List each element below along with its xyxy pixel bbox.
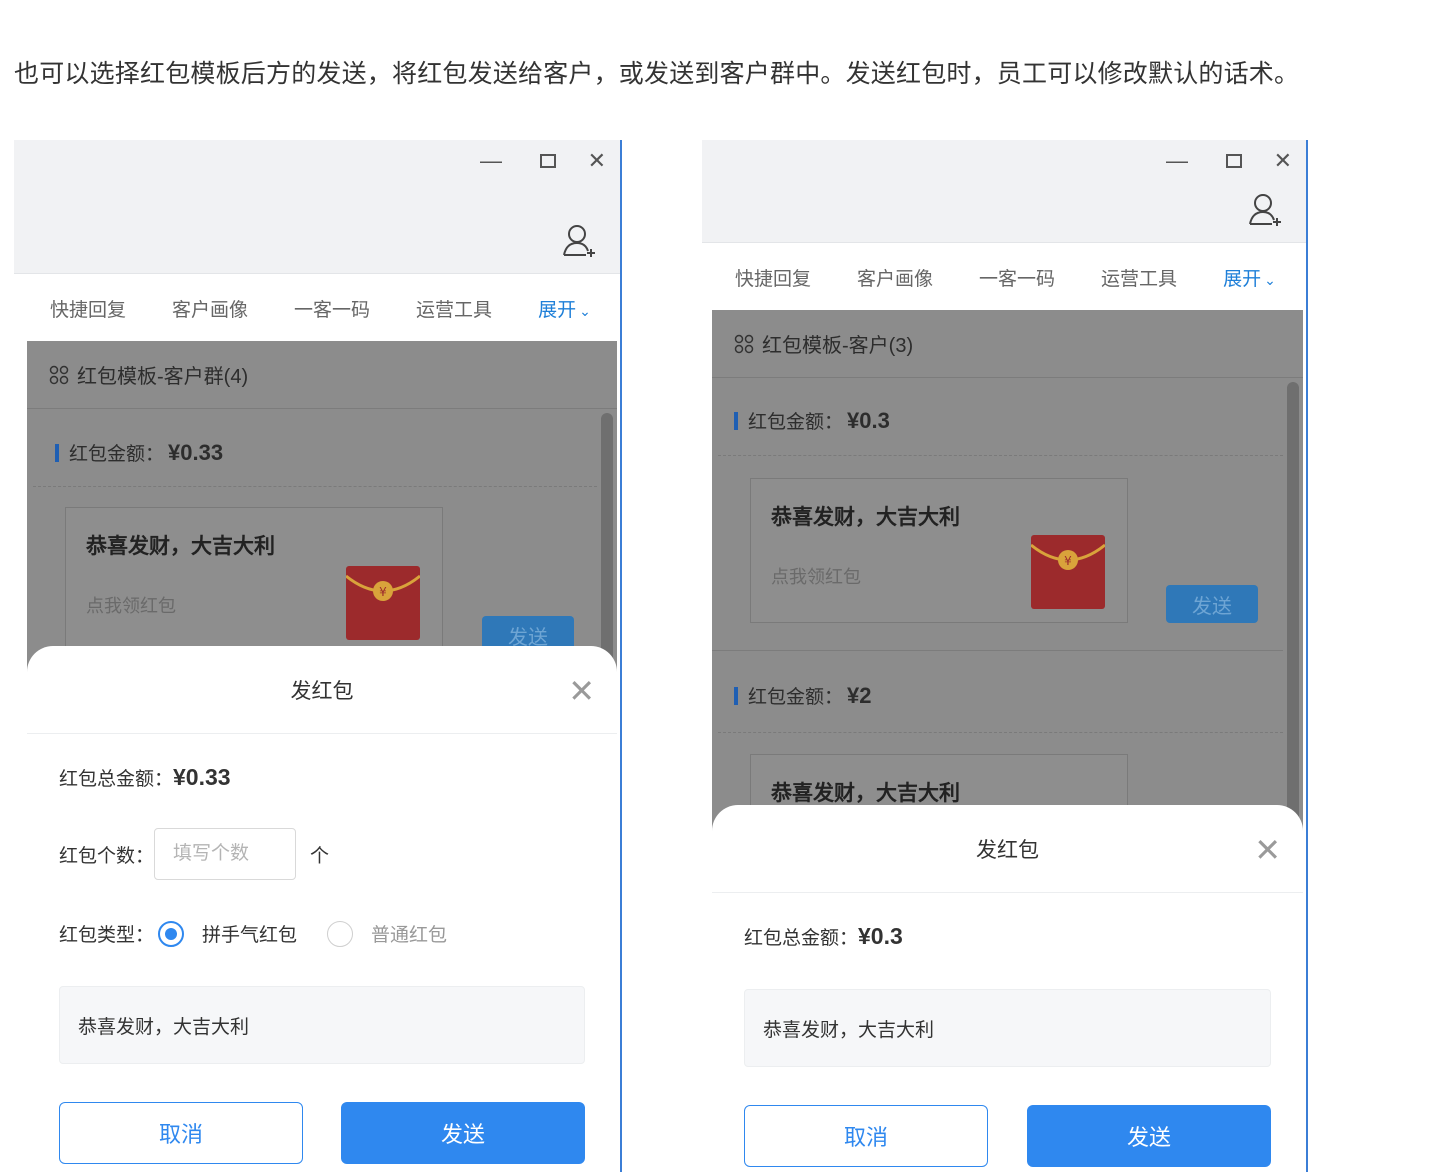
template-header: 红包模板-客户(3)	[712, 310, 1303, 378]
expand-label: 展开	[538, 299, 577, 321]
message-field[interactable]: 恭喜发财，大吉大利	[744, 989, 1271, 1067]
amount-row: 红包金额： ¥0.3	[714, 407, 890, 434]
radio-lucky[interactable]	[158, 920, 185, 947]
tool-nav: 快捷回复 客户画像 一客一码 运营工具 展开 ⌄	[702, 244, 1306, 310]
maximize-button[interactable]	[1226, 148, 1242, 174]
close-icon[interactable]: ✕	[568, 672, 595, 710]
maximize-icon	[1226, 154, 1242, 168]
left-sidebar-window: — ✕ 快捷回复 客户画像 一客一码 运营工具 展开 ⌄ 红包模板-客户群(4) …	[14, 140, 622, 1172]
total-amount-field: 红包总金额： ¥0.3	[744, 923, 903, 950]
amount-row: 红包金额： ¥0.33	[35, 439, 223, 466]
red-envelope-icon: ¥	[1031, 535, 1105, 609]
nav-one-code[interactable]: 一客一码	[294, 295, 370, 322]
amount-value: ¥0.33	[168, 439, 224, 465]
grid-icon	[734, 334, 754, 353]
amount-label: 红包金额：	[748, 687, 844, 708]
template-title: 红包模板-客户群(4)	[77, 366, 249, 388]
red-envelope-icon: ¥	[346, 566, 420, 640]
nav-ops-tools[interactable]: 运营工具	[416, 295, 492, 322]
dialog-title: 发红包	[976, 838, 1039, 862]
nav-expand[interactable]: 展开 ⌄	[538, 295, 591, 322]
card-title: 恭喜发财，大吉大利	[86, 535, 275, 558]
total-label: 红包总金额：	[744, 928, 859, 949]
tool-nav: 快捷回复 客户画像 一客一码 运营工具 展开 ⌄	[14, 275, 620, 341]
card-title: 恭喜发财，大吉大利	[771, 782, 960, 805]
nav-customer-profile[interactable]: 客户画像	[857, 264, 933, 291]
count-unit: 个	[310, 845, 330, 867]
radio-normal[interactable]	[327, 920, 354, 947]
dialog-header: 发红包 ✕	[27, 646, 617, 734]
accent-bar	[55, 443, 59, 462]
chevron-down-icon: ⌄	[579, 302, 591, 319]
dialog-header: 发红包 ✕	[712, 805, 1303, 893]
red-packet-card[interactable]: 恭喜发财，大吉大利 点我领红包 ¥	[65, 507, 443, 657]
send-button[interactable]: 发送	[341, 1102, 585, 1164]
send-red-packet-dialog: 发红包 ✕ 红包总金额： ¥0.3 恭喜发财，大吉大利 取消 发送	[712, 805, 1303, 1172]
scrollbar[interactable]	[1287, 382, 1299, 842]
count-input[interactable]	[154, 828, 297, 880]
count-label: 红包个数：	[59, 845, 155, 867]
message-field[interactable]: 恭喜发财，大吉大利	[59, 986, 585, 1064]
template-title: 红包模板-客户(3)	[762, 335, 914, 357]
cancel-button[interactable]: 取消	[59, 1102, 303, 1164]
amount-label: 红包金额：	[748, 412, 844, 433]
nav-customer-profile[interactable]: 客户画像	[172, 295, 248, 322]
nav-quick-reply[interactable]: 快捷回复	[735, 264, 811, 291]
add-user-icon[interactable]	[1246, 190, 1286, 230]
chevron-down-icon: ⌄	[1264, 271, 1276, 288]
total-amount-field: 红包总金额： ¥0.33	[59, 764, 231, 791]
minimize-button[interactable]: —	[1166, 148, 1188, 174]
title-bar: — ✕	[702, 140, 1306, 243]
svg-text:¥: ¥	[379, 585, 387, 599]
count-field: 红包个数： 个	[59, 828, 329, 880]
maximize-button[interactable]	[540, 148, 556, 174]
total-label: 红包总金额：	[59, 769, 174, 790]
dialog-title: 发红包	[290, 679, 354, 703]
close-window-button[interactable]: ✕	[588, 148, 606, 174]
radio-lucky-label[interactable]: 拼手气红包	[202, 920, 297, 947]
total-value: ¥0.3	[858, 923, 903, 949]
amount-row: 红包金额： ¥2	[714, 682, 872, 709]
minimize-button[interactable]: —	[480, 148, 502, 174]
title-bar: — ✕	[14, 140, 620, 274]
amount-value: ¥0.3	[847, 407, 890, 433]
accent-bar	[734, 411, 738, 430]
expand-label: 展开	[1223, 268, 1262, 290]
right-sidebar-window: — ✕ 快捷回复 客户画像 一客一码 运营工具 展开 ⌄ 红包模板-客户(3) 红…	[702, 140, 1308, 1172]
nav-one-code[interactable]: 一客一码	[979, 264, 1055, 291]
svg-text:¥: ¥	[1064, 554, 1072, 568]
amount-value: ¥2	[847, 682, 872, 708]
intro-text: 也可以选择红包模板后方的发送，将红包发送给客户，或发送到客户群中。发送红包时，员…	[14, 60, 1300, 88]
type-label: 红包类型：	[59, 925, 155, 946]
amount-label: 红包金额：	[69, 444, 165, 465]
divider	[718, 732, 1283, 733]
total-value: ¥0.33	[173, 764, 231, 790]
red-packet-card[interactable]: 恭喜发财，大吉大利 点我领红包 ¥	[750, 478, 1128, 623]
maximize-icon	[540, 154, 556, 168]
nav-quick-reply[interactable]: 快捷回复	[50, 295, 126, 322]
radio-normal-label[interactable]: 普通红包	[371, 920, 447, 947]
close-window-button[interactable]: ✕	[1274, 148, 1292, 174]
accent-bar	[734, 686, 738, 705]
nav-expand[interactable]: 展开 ⌄	[1223, 264, 1276, 291]
divider	[33, 486, 597, 487]
cancel-button[interactable]: 取消	[744, 1105, 988, 1167]
card-title: 恭喜发财，大吉大利	[771, 506, 960, 529]
grid-icon	[49, 365, 69, 384]
template-header: 红包模板-客户群(4)	[27, 341, 617, 409]
add-user-icon[interactable]	[560, 221, 600, 261]
card-subtitle: 点我领红包	[771, 567, 861, 587]
send-template-button[interactable]: 发送	[1166, 585, 1258, 623]
divider	[718, 455, 1283, 456]
scrollbar[interactable]	[601, 413, 613, 673]
close-icon[interactable]: ✕	[1254, 831, 1281, 869]
type-field: 红包类型： 拼手气红包 普通红包	[59, 920, 477, 947]
send-button[interactable]: 发送	[1027, 1105, 1271, 1167]
card-subtitle: 点我领红包	[86, 596, 176, 616]
send-red-packet-dialog: 发红包 ✕ 红包总金额： ¥0.33 红包个数： 个 红包类型： 拼手气红包 普…	[27, 646, 617, 1172]
item-divider	[712, 650, 1283, 651]
nav-ops-tools[interactable]: 运营工具	[1101, 264, 1177, 291]
